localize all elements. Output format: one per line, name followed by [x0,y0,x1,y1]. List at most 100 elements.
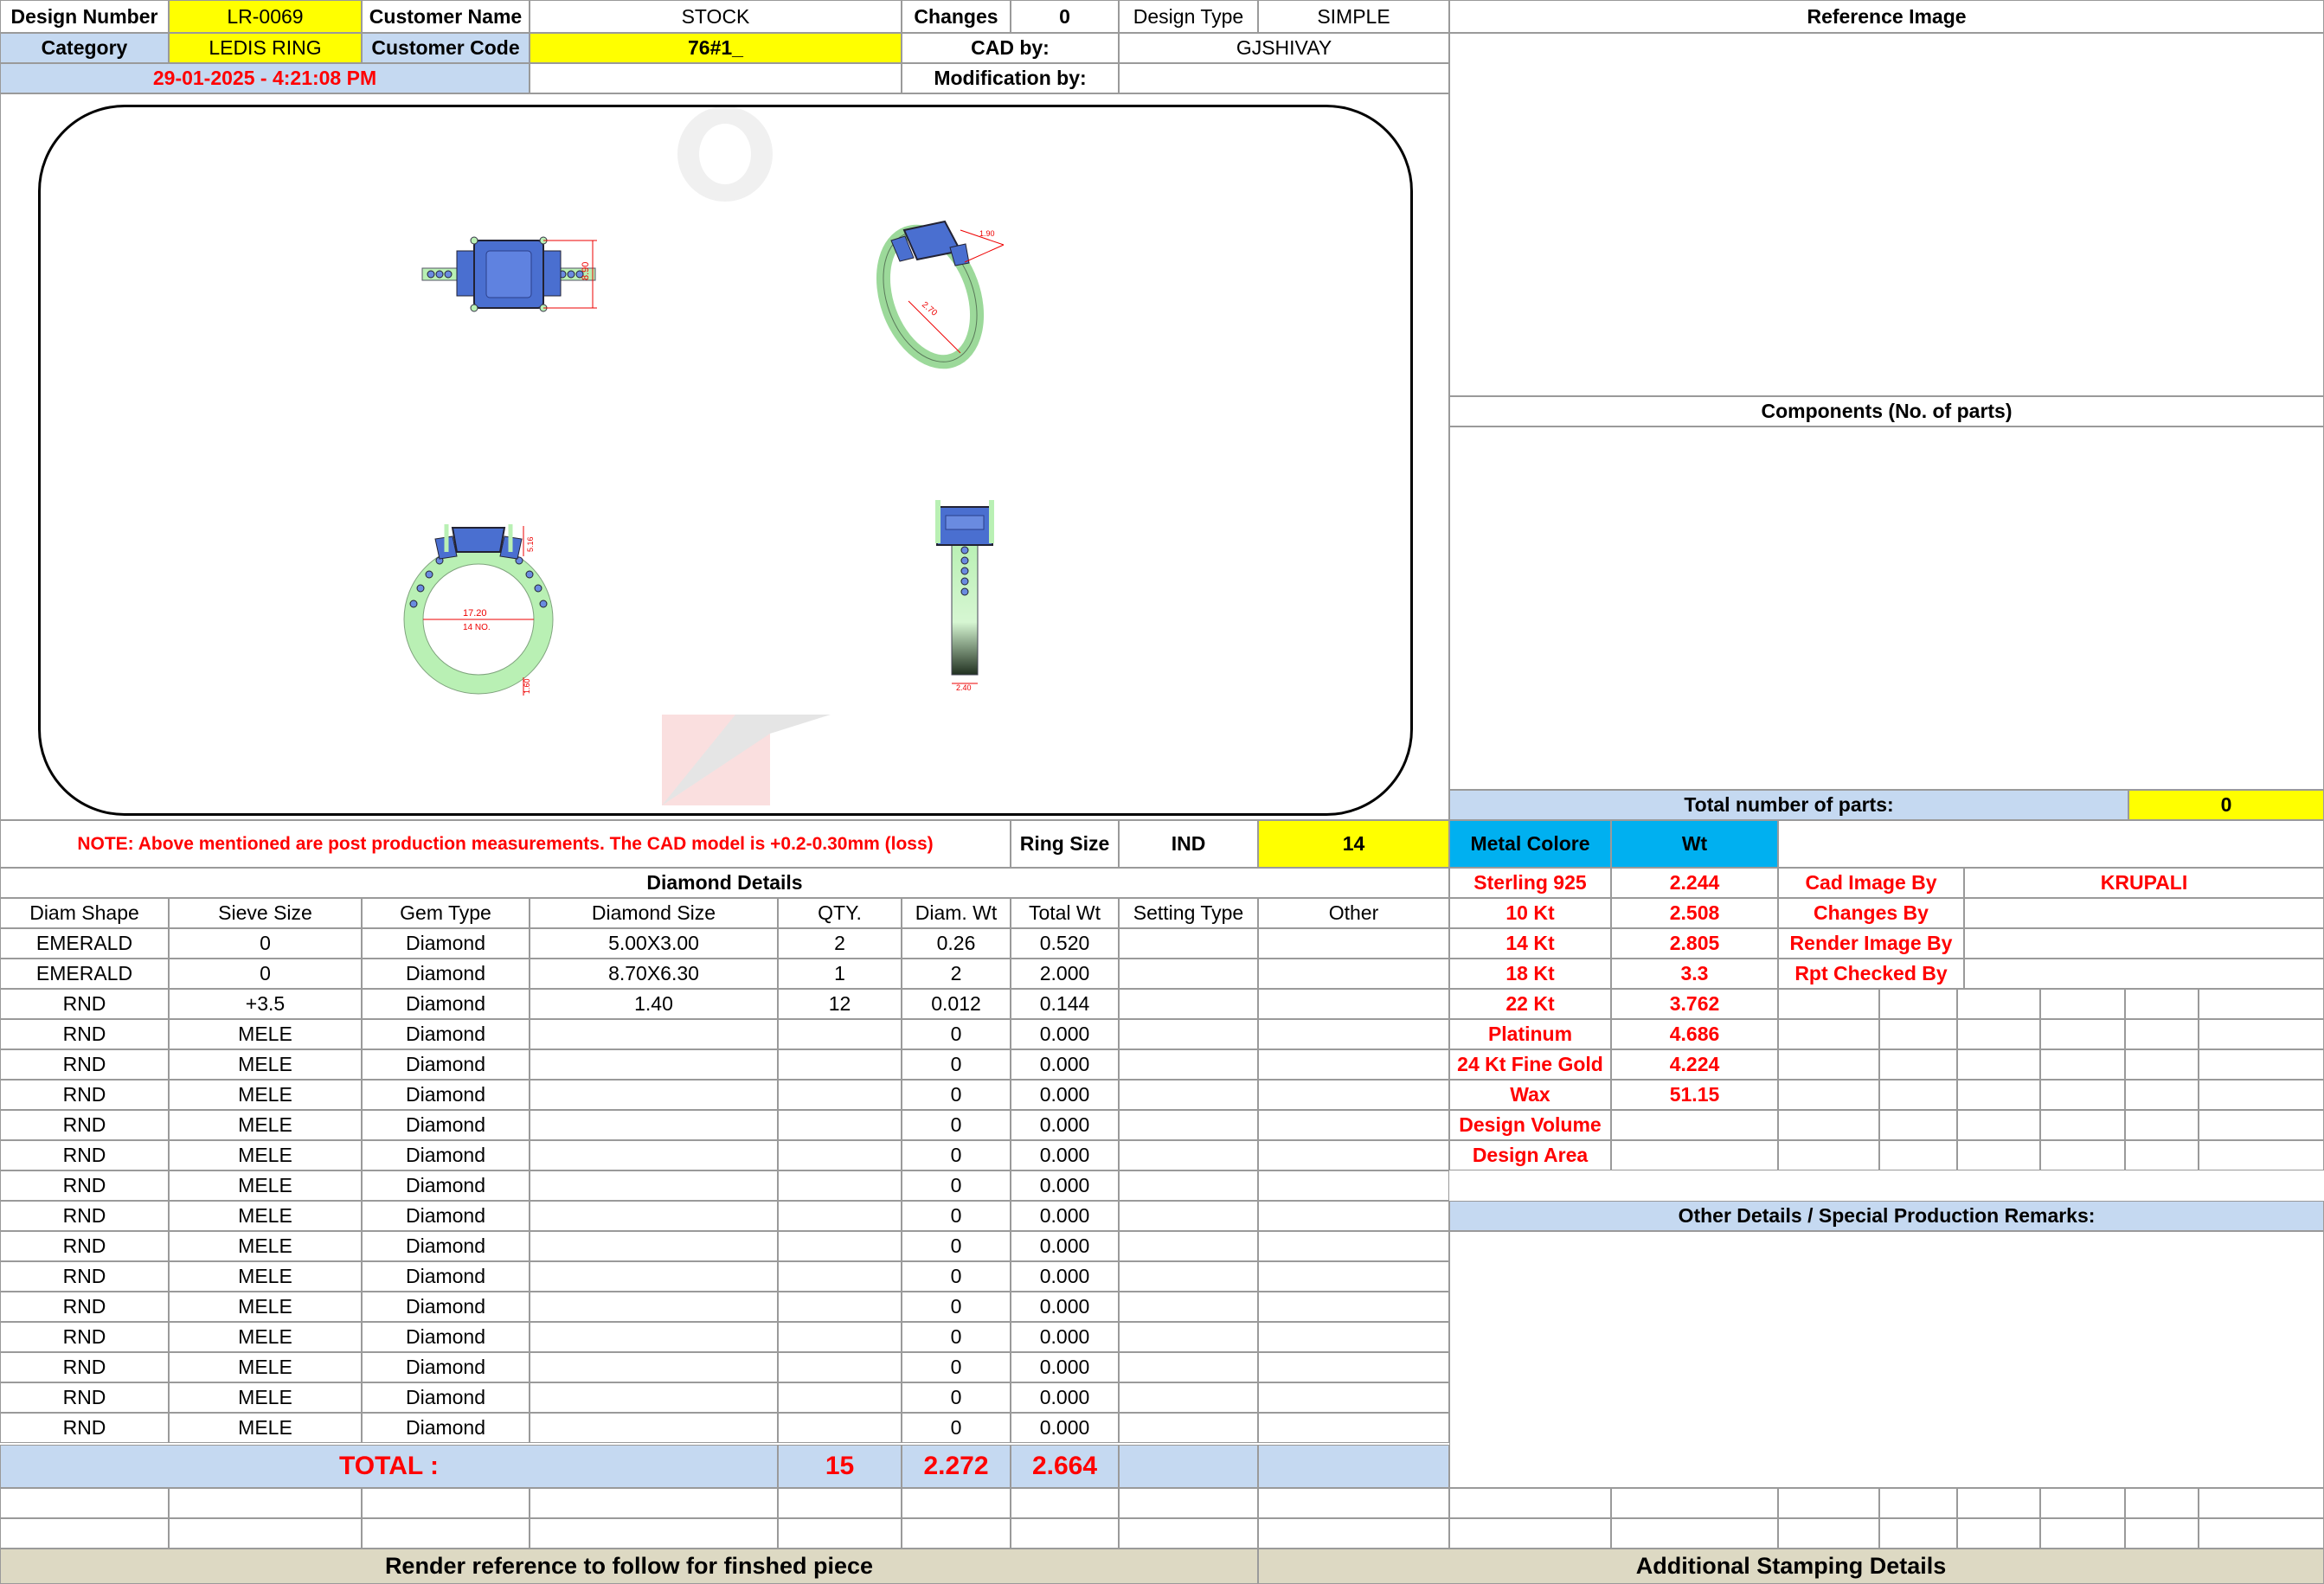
cell-total-wt[interactable]: 0.000 [1011,1170,1119,1201]
ring-size-standard[interactable]: IND [1119,820,1258,868]
credits-blank-cell[interactable] [1778,1080,1879,1110]
category-value[interactable]: LEDIS RING [169,33,362,63]
metal-weight[interactable] [1611,1110,1778,1140]
cell-sieve-size[interactable]: MELE [169,1019,362,1049]
blank-cell[interactable] [169,1518,362,1549]
cell-diam-shape[interactable]: RND [0,1019,169,1049]
cell-total-wt[interactable]: 0.000 [1011,1382,1119,1413]
metal-weight[interactable]: 3.762 [1611,989,1778,1019]
credits-blank-cell[interactable] [1778,1049,1879,1080]
credits-blank-cell[interactable] [2125,1110,2199,1140]
total-parts-value[interactable]: 0 [2128,790,2324,820]
credits-blank-cell[interactable] [2040,1080,2125,1110]
cell-sieve-size[interactable]: MELE [169,1170,362,1201]
cell-other[interactable] [1258,1080,1449,1110]
blank-cell[interactable] [1957,1488,2040,1518]
metal-weight[interactable]: 2.244 [1611,868,1778,898]
credits-blank-cell[interactable] [2125,1080,2199,1110]
cell-qty[interactable] [778,1352,902,1382]
cell-other[interactable] [1258,1261,1449,1292]
cad-by-value[interactable]: GJSHIVAY [1119,33,1449,63]
cad-image-by-value[interactable]: KRUPALI [1964,868,2324,898]
cell-sieve-size[interactable]: +3.5 [169,989,362,1019]
cell-diamond-size[interactable] [530,1382,778,1413]
cell-qty[interactable]: 2 [778,928,902,959]
cell-diam-shape[interactable]: RND [0,1261,169,1292]
cell-other[interactable] [1258,1170,1449,1201]
credits-blank-cell[interactable] [1778,1140,1879,1170]
credits-blank-cell[interactable] [2125,989,2199,1019]
cell-total-wt[interactable]: 0.000 [1011,1019,1119,1049]
credits-blank-cell[interactable] [1957,1080,2040,1110]
cell-diam-wt[interactable]: 0 [902,1261,1011,1292]
metal-weight[interactable]: 2.805 [1611,928,1778,959]
blank-cell[interactable] [902,1518,1011,1549]
cell-diam-shape[interactable]: RND [0,1140,169,1170]
cell-sieve-size[interactable]: MELE [169,1140,362,1170]
cell-sieve-size[interactable]: MELE [169,1110,362,1140]
credits-blank-cell[interactable] [2040,1019,2125,1049]
credits-blank-cell[interactable] [1879,1019,1957,1049]
cell-diam-shape[interactable]: EMERALD [0,959,169,989]
cell-total-wt[interactable]: 0.000 [1011,1231,1119,1261]
cell-gem-type[interactable]: Diamond [362,1080,530,1110]
cell-qty[interactable] [778,1019,902,1049]
blank-cell[interactable] [1879,1518,1957,1549]
blank-cell[interactable] [1119,1488,1258,1518]
cell-setting-type[interactable] [1119,1140,1258,1170]
cell-sieve-size[interactable]: 0 [169,959,362,989]
cell-total-wt[interactable]: 0.000 [1011,1292,1119,1322]
cell-qty[interactable] [778,1231,902,1261]
cell-setting-type[interactable] [1119,1322,1258,1352]
cell-total-wt[interactable]: 0.000 [1011,1322,1119,1352]
cell-gem-type[interactable]: Diamond [362,989,530,1019]
credits-blank-cell[interactable] [1778,989,1879,1019]
cell-setting-type[interactable] [1119,959,1258,989]
cell-gem-type[interactable]: Diamond [362,1110,530,1140]
cell-qty[interactable] [778,1170,902,1201]
credits-blank-cell[interactable] [2199,1019,2324,1049]
blank-cell[interactable] [2125,1488,2199,1518]
cell-diam-shape[interactable]: RND [0,1201,169,1231]
cell-other[interactable] [1258,1110,1449,1140]
cell-qty[interactable] [778,1201,902,1231]
cell-diamond-size[interactable] [530,1352,778,1382]
customer-name-value[interactable]: STOCK [530,0,902,33]
cell-gem-type[interactable]: Diamond [362,1322,530,1352]
cell-diam-wt[interactable]: 0 [902,1382,1011,1413]
cell-total-wt[interactable]: 0.000 [1011,1413,1119,1443]
cell-qty[interactable] [778,1110,902,1140]
cell-gem-type[interactable]: Diamond [362,928,530,959]
blank-cell[interactable] [2199,1518,2324,1549]
credits-blank-cell[interactable] [1778,1110,1879,1140]
cell-total-wt[interactable]: 0.000 [1011,1110,1119,1140]
cell-total-wt[interactable]: 0.144 [1011,989,1119,1019]
cell-gem-type[interactable]: Diamond [362,1201,530,1231]
cell-diam-shape[interactable]: RND [0,1170,169,1201]
cell-diam-shape[interactable]: RND [0,1413,169,1443]
cell-gem-type[interactable]: Diamond [362,1382,530,1413]
blank-cell[interactable] [1449,1518,1611,1549]
cell-diam-wt[interactable]: 0 [902,1110,1011,1140]
blank-cell[interactable] [169,1488,362,1518]
credits-blank-cell[interactable] [2199,1140,2324,1170]
metal-weight[interactable]: 51.15 [1611,1080,1778,1110]
cell-diam-shape[interactable]: RND [0,1110,169,1140]
blank-cell[interactable] [2040,1488,2125,1518]
cell-gem-type[interactable]: Diamond [362,1019,530,1049]
blank-cell[interactable] [2199,1488,2324,1518]
blank-cell[interactable] [530,1518,778,1549]
cell-diamond-size[interactable]: 5.00X3.00 [530,928,778,959]
credits-blank-cell[interactable] [1957,1049,2040,1080]
credits-blank-cell[interactable] [2125,1049,2199,1080]
cell-sieve-size[interactable]: MELE [169,1352,362,1382]
cell-diamond-size[interactable] [530,1019,778,1049]
credits-blank-cell[interactable] [2199,989,2324,1019]
credits-blank-cell[interactable] [2199,1080,2324,1110]
blank-cell[interactable] [2040,1518,2125,1549]
cell-setting-type[interactable] [1119,928,1258,959]
cell-setting-type[interactable] [1119,989,1258,1019]
blank-cell[interactable] [1011,1488,1119,1518]
cell-diamond-size[interactable] [530,1080,778,1110]
cell-diamond-size[interactable] [530,1292,778,1322]
